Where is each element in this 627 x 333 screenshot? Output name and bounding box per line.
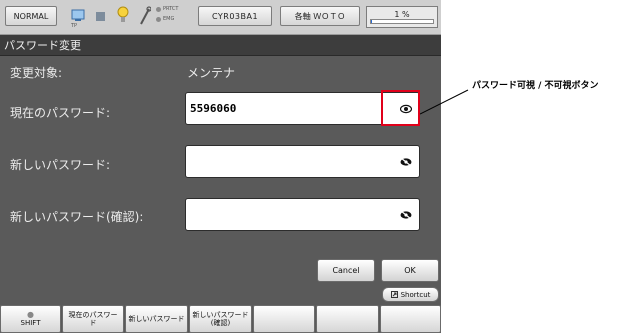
emergency-lamp: [156, 17, 161, 22]
emergency-label: EMG: [163, 16, 175, 22]
status-bar: NORMAL TP PRTCT EMG CYR03BA1 各軸 ＷＯＴＯ 1 %: [0, 0, 441, 35]
speed-bar-fill: [371, 20, 372, 23]
visibility-toggle-highlight: [381, 90, 420, 126]
current-password-input[interactable]: [190, 93, 380, 124]
function-key-2[interactable]: 現在のパスワード: [62, 305, 124, 333]
confirm-password-box: [185, 198, 420, 231]
function-key-line2: (確認): [210, 319, 231, 327]
protect-lamp: [156, 7, 161, 12]
shortcut-icon: [390, 291, 398, 298]
function-key-7[interactable]: [380, 305, 441, 333]
current-password-label: 現在のパスワード:: [10, 106, 111, 120]
coordinate-mode-button[interactable]: 各軸 ＷＯＴＯ: [280, 6, 360, 26]
new-password-box: [185, 145, 420, 178]
function-key-1[interactable]: ● SHIFT: [0, 305, 61, 333]
shortcut-label: Shortcut: [400, 290, 431, 299]
callout-label: パスワード可視 / 不可視ボタン: [472, 81, 599, 91]
ok-button[interactable]: OK: [381, 259, 439, 282]
speed-override[interactable]: 1 %: [366, 6, 438, 28]
function-key-5[interactable]: [253, 305, 315, 333]
speed-text: 1 %: [394, 10, 410, 19]
pendant-screen: NORMAL TP PRTCT EMG CYR03BA1 各軸 ＷＯＴＯ 1 %…: [0, 0, 441, 333]
wrench-icon: [140, 6, 151, 25]
eye-slash-icon[interactable]: [400, 210, 412, 220]
confirm-password-label: 新しいパスワード(確認):: [10, 210, 144, 224]
shortcut-button[interactable]: Shortcut: [382, 287, 439, 302]
callout-line: [420, 89, 469, 115]
function-key-line1: ●: [27, 310, 34, 319]
protect-label: PRTCT: [163, 6, 179, 12]
eye-slash-icon[interactable]: [400, 157, 412, 167]
function-key-6[interactable]: [316, 305, 379, 333]
function-key-line1: 新しいパスワード: [128, 315, 185, 323]
lightbulb-icon: [117, 6, 129, 22]
cancel-button[interactable]: Cancel: [317, 259, 375, 282]
function-key-line2: SHIFT: [20, 319, 41, 327]
function-key-line1: 新しいパスワード: [192, 311, 249, 319]
teach-pendant-icon: [71, 9, 85, 21]
new-password-label: 新しいパスワード:: [10, 158, 111, 172]
target-label: 変更対象:: [10, 66, 63, 80]
stop-icon: [96, 12, 105, 21]
robot-name-button[interactable]: CYR03BA1: [198, 6, 272, 26]
confirm-password-input[interactable]: [190, 199, 380, 230]
function-key-4[interactable]: 新しいパスワード (確認): [189, 305, 252, 333]
speed-bar: [370, 19, 434, 24]
mode-indicator[interactable]: NORMAL: [5, 6, 57, 26]
function-key-line1: 現在のパスワー: [68, 311, 118, 319]
tp-label: TP: [71, 23, 78, 29]
function-key-bar: ● SHIFT 現在のパスワード新しいパスワード 新しいパスワード (確認): [0, 304, 441, 333]
function-key-3[interactable]: 新しいパスワード: [125, 305, 188, 333]
new-password-input[interactable]: [190, 146, 380, 177]
function-key-line2: ド: [89, 319, 97, 327]
window-title: パスワード変更: [0, 35, 441, 56]
target-value: メンテナ: [187, 66, 236, 80]
